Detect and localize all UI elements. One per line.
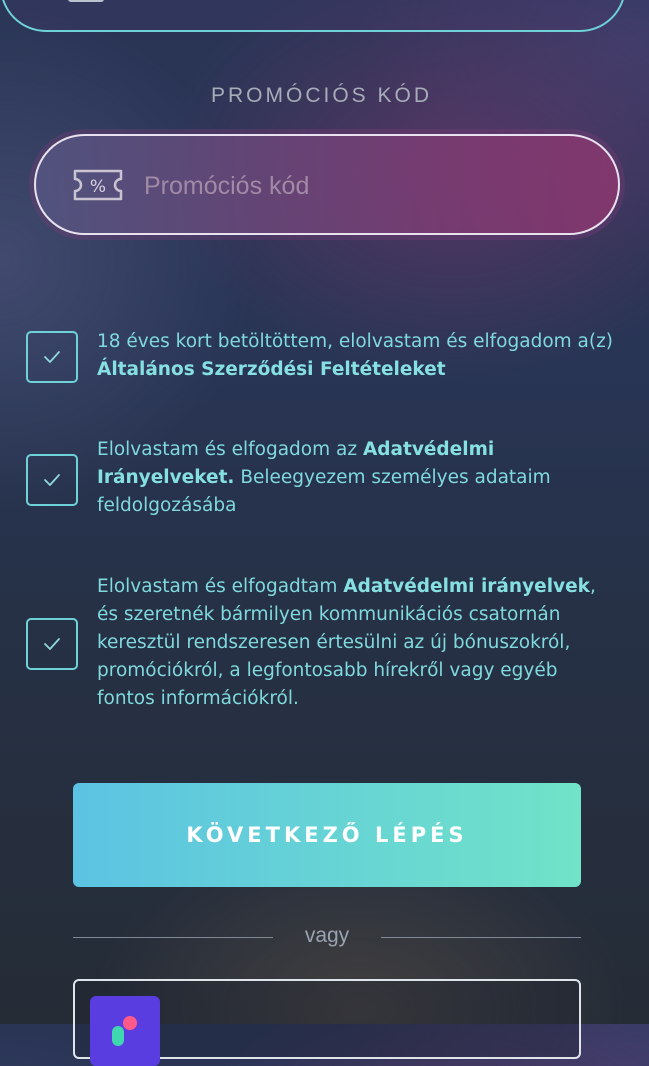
previous-input-field[interactable] <box>0 0 626 32</box>
terms-checkbox[interactable] <box>26 331 78 383</box>
checkmark-icon <box>44 351 60 363</box>
marketing-consent-text: Elolvastam és elfogadtam Adatvédelmi irá… <box>97 573 617 713</box>
app-logo-icon <box>90 996 160 1066</box>
consent-text: Elolvastam és elfogadom az <box>97 439 363 460</box>
social-login-button[interactable] <box>73 979 581 1066</box>
next-step-button[interactable]: KÖVETKEZŐ LÉPÉS <box>73 783 581 887</box>
privacy-policy-link-2[interactable]: Adatvédelmi irányelvek <box>343 576 590 597</box>
consent-text: 18 éves kort betöltöttem, elolvastam és … <box>97 331 614 352</box>
divider-line-left <box>73 937 273 938</box>
terms-link[interactable]: Általános Szerződési Feltételeket <box>97 359 446 380</box>
promo-code-field[interactable]: % <box>34 134 620 235</box>
promo-code-section-label: PROMÓCIÓS KÓD <box>210 84 433 107</box>
privacy-consent-text: Elolvastam és elfogadom az Adatvédelmi I… <box>97 436 617 520</box>
consent-text: Elolvastam és elfogadtam <box>97 576 344 597</box>
marketing-consent-checkbox[interactable] <box>26 618 78 670</box>
privacy-policy-checkbox[interactable] <box>26 454 78 506</box>
svg-text:%: % <box>90 177 106 197</box>
checkmark-icon <box>44 638 60 650</box>
checkmark-icon <box>44 474 60 486</box>
divider-or-label: vagy <box>304 924 350 947</box>
field-icon <box>68 0 104 2</box>
terms-consent-text: 18 éves kort betöltöttem, elolvastam és … <box>97 328 617 384</box>
divider-line-right <box>381 937 581 938</box>
promo-code-input[interactable] <box>142 158 586 214</box>
ticket-percent-icon: % <box>73 169 123 201</box>
